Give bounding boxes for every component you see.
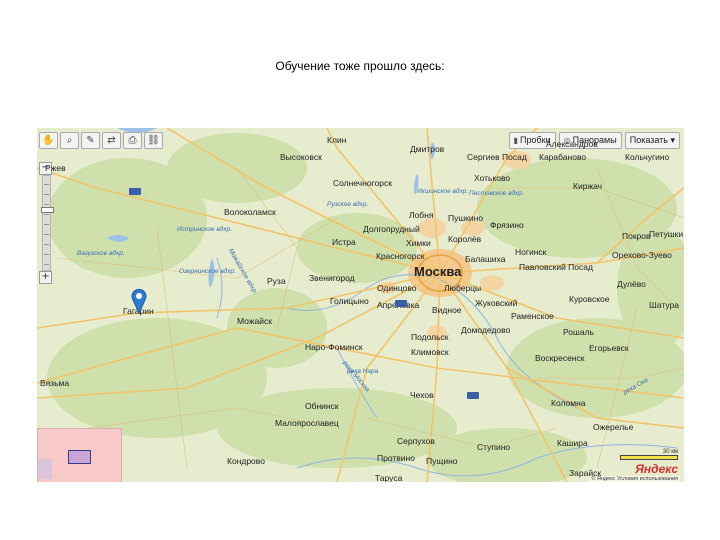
city-label: Голицыно	[330, 296, 369, 306]
copyright-text[interactable]: © Яндекс Условия использования	[589, 476, 680, 482]
city-label: Хотьково	[474, 173, 511, 183]
water-label: Пестовское вдхр.	[469, 190, 524, 197]
show-button[interactable]: Показать ▾	[624, 132, 680, 149]
city-label: Сергиев Посад	[467, 152, 527, 162]
city-label: Клин	[327, 135, 347, 145]
yandex-logo[interactable]: Яндекс	[635, 462, 678, 476]
city-label: Чехов	[410, 390, 434, 400]
city-label: Руза	[267, 276, 286, 286]
city-label: Егорьевск	[589, 343, 629, 353]
city-label: Долгопрудный	[363, 224, 420, 234]
water-label: Озернинское вдхр.	[179, 268, 236, 275]
map-toolbar: ✋ ⌕ ✎ ⇄ ⎙ ⛓	[39, 132, 163, 149]
city-label: Звенигород	[309, 273, 355, 283]
road-number-badge	[395, 300, 407, 307]
print-icon[interactable]: ⎙	[123, 132, 142, 149]
city-label: Лобня	[409, 210, 434, 220]
city-label: Протвино	[377, 453, 415, 463]
city-label: Солнечногорск	[333, 178, 392, 188]
city-label: Ржев	[45, 163, 66, 173]
city-label: Пущино	[426, 456, 458, 466]
slide-caption: Обучение тоже прошло здесь:	[275, 59, 445, 73]
city-label: Дулёво	[617, 279, 646, 289]
road-number-badge	[129, 188, 141, 195]
ruler-icon[interactable]: ✎	[81, 132, 100, 149]
city-label: Кондрово	[227, 456, 265, 466]
city-label: Одинцово	[377, 283, 417, 293]
city-label: Наро-Фоминск	[305, 342, 363, 352]
city-label: Люберцы	[444, 283, 482, 293]
map-view[interactable]: ✋ ⌕ ✎ ⇄ ⎙ ⛓ ▮ Пробки ◎ Панорамы Показать…	[37, 128, 684, 482]
capital-label: Москва	[414, 264, 462, 279]
city-label: Дмитров	[410, 144, 445, 154]
city-label: Серпухов	[397, 436, 435, 446]
city-label: Вязьма	[40, 378, 70, 388]
city-label: Фрязино	[490, 220, 524, 230]
city-label: Климовск	[411, 347, 449, 357]
city-label: Волоколамск	[224, 207, 276, 217]
city-label: Кольчугино	[625, 152, 670, 162]
city-label: Жуковский	[475, 298, 518, 308]
city-label: Балашиха	[465, 254, 506, 264]
scale-bar: 30 км	[620, 449, 678, 460]
city-label: Истра	[332, 237, 356, 247]
link-icon[interactable]: ⛓	[144, 132, 163, 149]
road-number-badge	[467, 392, 479, 399]
water-label: Рузское вдхр.	[327, 201, 369, 208]
city-label: Петушки	[649, 229, 684, 239]
city-label: Ступино	[477, 442, 511, 452]
city-label: Ожерелье	[593, 422, 634, 432]
city-label: Домодедово	[461, 325, 511, 335]
traffic-icon: ▮	[513, 136, 518, 145]
city-label: Высоковск	[280, 152, 322, 162]
city-label: Воскресенск	[535, 353, 585, 363]
city-label: Видное	[432, 305, 462, 315]
minimap-viewport-frame[interactable]	[68, 450, 91, 464]
minimap-region	[38, 459, 52, 479]
city-label: Пушкино	[448, 213, 484, 223]
scale-line	[620, 455, 678, 460]
city-label: Александров	[546, 139, 598, 149]
zoom-in-button[interactable]: +	[39, 271, 52, 284]
city-label: Куровское	[569, 294, 610, 304]
city-label: Покров	[622, 231, 651, 241]
city-label: Ногинск	[515, 247, 547, 257]
show-label: Показать ▾	[629, 135, 675, 145]
city-label: Рошаль	[563, 327, 594, 337]
city-label: Малоярославец	[275, 418, 339, 428]
route-icon[interactable]: ⇄	[102, 132, 121, 149]
water-label: Икшинское вдхр.	[417, 188, 469, 195]
location-pin-icon[interactable]	[131, 288, 147, 319]
city-label: Таруса	[375, 473, 403, 482]
city-label: Химки	[406, 238, 431, 248]
zoom-slider-thumb[interactable]	[41, 207, 54, 213]
water-label: Вазузское вдхр.	[77, 250, 125, 257]
city-label: Подольск	[411, 332, 449, 342]
water-label: Истринское вдхр.	[177, 226, 232, 233]
city-label: Карабаново	[539, 152, 587, 162]
city-label: Коломна	[551, 398, 586, 408]
city-label: Кашира	[557, 438, 588, 448]
city-label: Королёв	[448, 234, 482, 244]
city-label: Раменское	[511, 311, 554, 321]
city-label: Киржач	[573, 181, 603, 191]
city-label: Орехово-Зуево	[612, 250, 672, 260]
city-label: Павловский Посад	[519, 262, 593, 272]
overview-minimap[interactable]	[37, 428, 122, 482]
hand-icon[interactable]: ✋	[39, 132, 58, 149]
city-label: Красногорск	[376, 251, 425, 261]
city-label: Обнинск	[305, 401, 339, 411]
zoom-slider-track[interactable]	[41, 175, 54, 271]
water-label: река Нара	[347, 368, 379, 375]
city-label: Шатура	[649, 300, 679, 310]
city-label: Можайск	[237, 316, 272, 326]
zoom-area-icon[interactable]: ⌕	[60, 132, 79, 149]
